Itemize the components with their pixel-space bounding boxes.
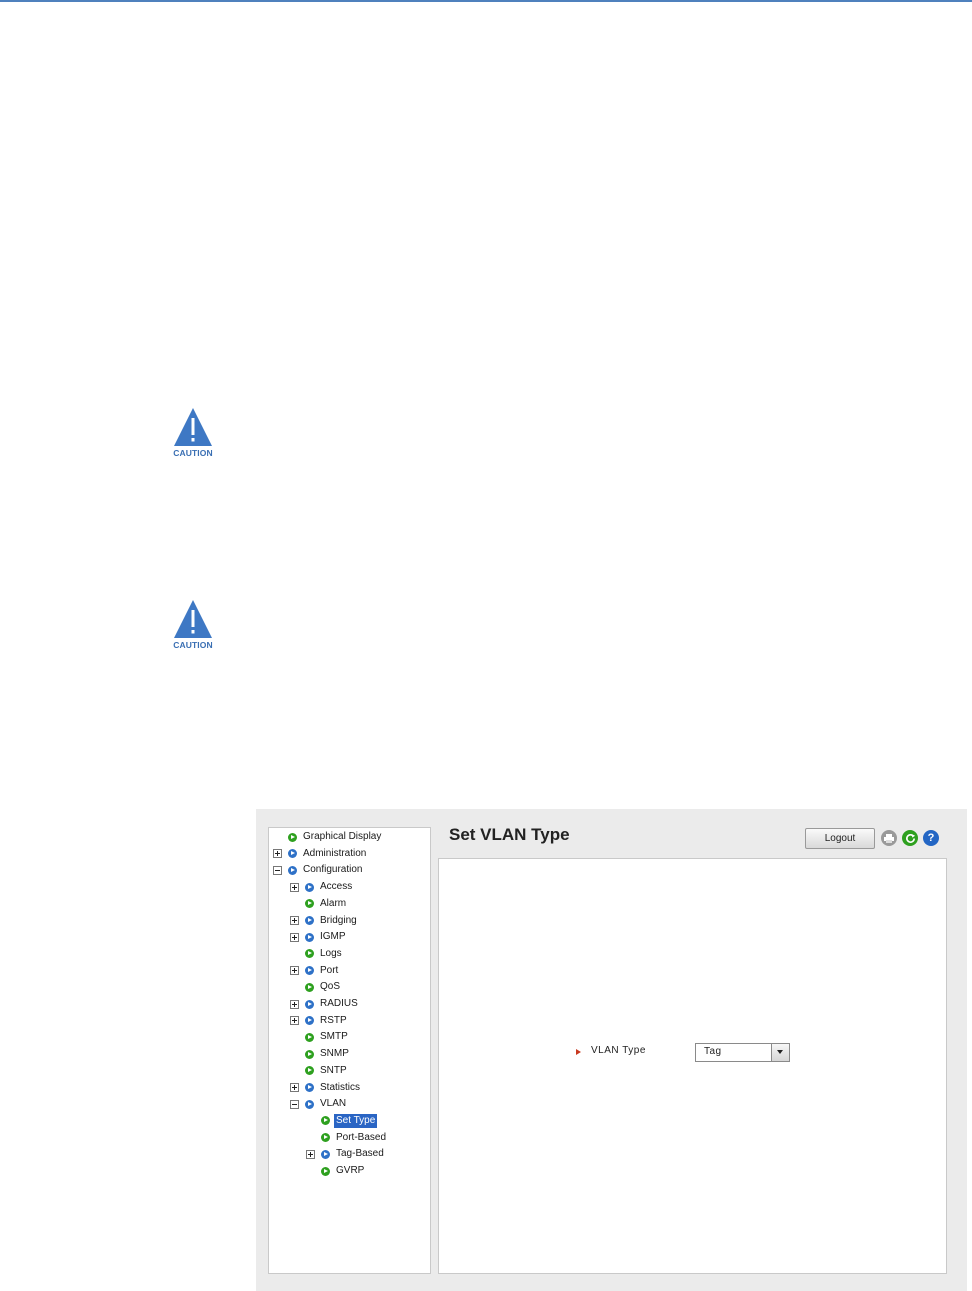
nav-item[interactable]: Alarm: [290, 896, 348, 912]
nav-bullet-icon: [321, 1166, 330, 1176]
collapse-icon[interactable]: [290, 1099, 299, 1109]
nav-item[interactable]: Graphical Display: [273, 829, 383, 845]
nav-bullet-icon: [321, 1133, 330, 1143]
caution-label: CAUTION: [173, 448, 213, 458]
expand-icon[interactable]: [290, 882, 299, 892]
nav-bullet-icon: [305, 999, 314, 1009]
nav-bullet-icon: [321, 1149, 330, 1159]
nav-item-label: Alarm: [320, 897, 347, 909]
nav-item-label: SNMP: [320, 1048, 349, 1060]
nav-item-label: Bridging: [320, 914, 357, 926]
caution-label: CAUTION: [173, 640, 213, 650]
nav-item-label: IGMP: [320, 931, 346, 943]
nav-item-label: RSTP: [320, 1014, 347, 1026]
expand-icon[interactable]: [290, 999, 299, 1009]
navigation-tree: Graphical Display Administration Configura…: [268, 827, 431, 1274]
collapse-icon[interactable]: [273, 865, 282, 875]
vlan-type-value: Tag: [704, 1046, 722, 1057]
page-title: Set VLAN Type: [449, 825, 570, 844]
nav-bullet-icon: [305, 1099, 314, 1109]
nav-item-label: Tag-Based: [336, 1148, 384, 1160]
expand-icon[interactable]: [290, 966, 299, 976]
logout-button[interactable]: Logout: [805, 828, 875, 849]
nav-bullet-icon: [305, 1083, 314, 1092]
nav-item[interactable]: RSTP: [290, 1013, 349, 1029]
nav-bullet-icon: [305, 966, 314, 976]
caution-notice-2: CAUTION: [170, 598, 216, 654]
nav-bullet-icon: [305, 899, 314, 909]
printer-icon[interactable]: [881, 830, 897, 846]
nav-item-label: GVRP: [336, 1165, 365, 1176]
vlan-type-label: VLAN Type: [591, 1045, 646, 1056]
nav-item[interactable]: Access: [290, 879, 354, 895]
help-icon[interactable]: ?: [923, 830, 939, 846]
nav-item-label: Statistics: [320, 1081, 361, 1093]
vlan-screenshot: Graphical Display Administration Configura…: [256, 809, 967, 1291]
expand-icon[interactable]: [290, 932, 299, 942]
nav-item-label: Access: [320, 881, 353, 893]
nav-bullet-icon: [305, 1066, 314, 1076]
nav-item[interactable]: Port-Based: [306, 1130, 388, 1146]
nav-item[interactable]: GVRP: [306, 1163, 366, 1179]
nav-item[interactable]: Statistics: [290, 1080, 362, 1096]
nav-item[interactable]: Tag-Based: [306, 1146, 386, 1162]
nav-item[interactable]: Logs: [290, 946, 344, 962]
nav-bullet-icon: [305, 916, 314, 925]
nav-item[interactable]: Configuration: [273, 862, 364, 878]
caution-icon: [174, 600, 212, 638]
nav-item-label: SMTP: [320, 1031, 348, 1043]
content-panel: VLAN Type Tag: [438, 858, 947, 1274]
caution-notice-1: CAUTION: [170, 406, 216, 462]
nav-item[interactable]: Bridging: [290, 913, 359, 929]
refresh-icon[interactable]: [902, 830, 918, 846]
nav-bullet-icon: [305, 949, 314, 959]
nav-item-label: Port: [320, 964, 339, 976]
nav-bullet-icon: [305, 882, 314, 892]
nav-item[interactable]: Port: [290, 963, 340, 979]
nav-bullet-icon: [305, 982, 314, 992]
nav-item[interactable]: Set Type: [306, 1113, 378, 1129]
nav-item[interactable]: IGMP: [290, 929, 348, 945]
nav-bullet-icon: [305, 932, 314, 942]
nav-item-label: Port-Based: [336, 1131, 387, 1143]
nav-item-label: Set Type: [334, 1113, 378, 1128]
nav-bullet-icon: [321, 1116, 330, 1126]
nav-item[interactable]: RADIUS: [290, 996, 360, 1012]
nav-item[interactable]: SNTP: [290, 1063, 349, 1079]
nav-item-label: VLAN: [320, 1098, 347, 1110]
nav-item-label: Administration: [303, 847, 367, 859]
nav-item-label: Graphical Display: [303, 831, 382, 842]
nav-item[interactable]: QoS: [290, 979, 342, 995]
top-rule: [0, 0, 972, 2]
chevron-down-icon[interactable]: [771, 1044, 789, 1061]
expand-icon[interactable]: [290, 1016, 299, 1026]
nav-item[interactable]: VLAN: [290, 1096, 348, 1112]
nav-bullet-icon: [305, 1016, 314, 1026]
vlan-type-select[interactable]: Tag: [695, 1043, 790, 1062]
nav-item-label: Logs: [320, 947, 342, 959]
nav-bullet-icon: [288, 832, 297, 842]
nav-bullet-icon: [305, 1049, 314, 1059]
nav-item-label: RADIUS: [320, 998, 358, 1009]
expand-icon[interactable]: [290, 1083, 299, 1092]
nav-item[interactable]: SNMP: [290, 1046, 351, 1062]
expand-icon[interactable]: [306, 1149, 315, 1159]
nav-item-label: Configuration: [303, 864, 363, 876]
field-marker-icon: [576, 1049, 581, 1055]
nav-item[interactable]: SMTP: [290, 1029, 350, 1045]
nav-item[interactable]: Administration: [273, 846, 368, 862]
expand-icon[interactable]: [290, 916, 299, 925]
nav-bullet-icon: [288, 865, 297, 875]
nav-bullet-icon: [305, 1032, 314, 1042]
nav-item-label: SNTP: [320, 1064, 347, 1076]
nav-item-label: QoS: [320, 981, 341, 993]
caution-icon: [174, 408, 212, 446]
nav-bullet-icon: [288, 849, 297, 859]
expand-icon[interactable]: [273, 849, 282, 859]
